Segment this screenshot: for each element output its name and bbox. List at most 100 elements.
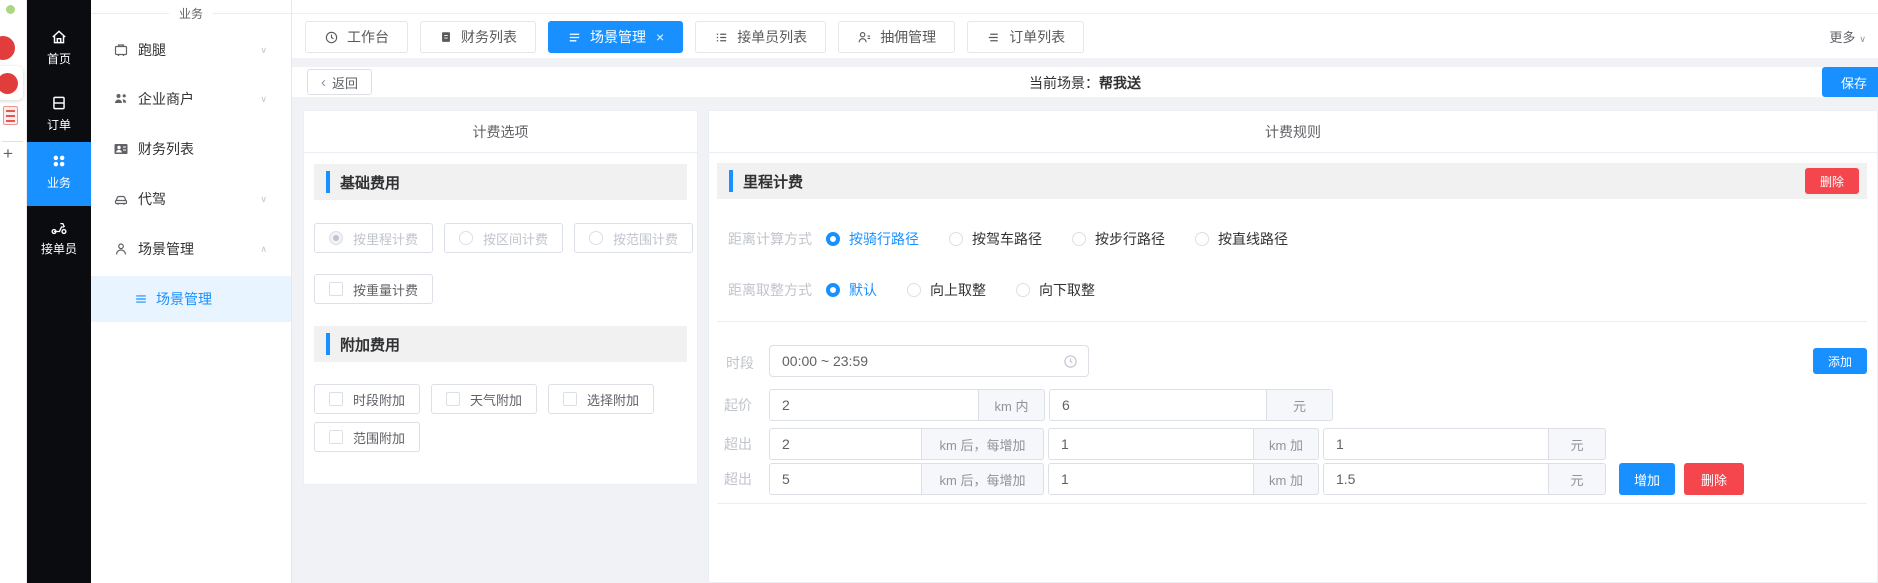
radio-straight-route[interactable]: 按直线路径 bbox=[1195, 229, 1288, 249]
time-range-input[interactable] bbox=[770, 353, 1063, 369]
scene-list-icon bbox=[567, 30, 582, 45]
order-list-icon bbox=[986, 30, 1001, 45]
red-app-icon[interactable] bbox=[0, 36, 15, 60]
excess-label: 超出 bbox=[724, 428, 769, 460]
tab-courier-list[interactable]: 接单员列表 bbox=[695, 21, 826, 53]
unit-km-add: km 加 bbox=[1254, 463, 1319, 495]
radio-icon bbox=[1195, 232, 1209, 246]
chevron-down-icon: ∨ bbox=[260, 194, 267, 205]
tab-finance-list[interactable]: 财务列表 bbox=[420, 21, 536, 53]
radio-riding-route[interactable]: 按骑行路径 bbox=[826, 229, 919, 249]
time-range-picker[interactable] bbox=[769, 345, 1089, 377]
sidebar-item-home[interactable]: 首页 bbox=[27, 28, 91, 67]
option-select-surcharge[interactable]: 选择附加 bbox=[548, 384, 654, 414]
radio-selected-icon bbox=[826, 283, 840, 297]
checkbox-icon bbox=[329, 282, 343, 296]
person-lines-icon bbox=[857, 30, 872, 45]
rules-panel-title: 计费规则 bbox=[709, 111, 1877, 153]
base-distance-input[interactable] bbox=[769, 389, 979, 421]
current-scene-name: 帮我送 bbox=[1099, 75, 1141, 91]
distance-rounding-row: 距离取整方式 默认 向上取整 向下取整 bbox=[728, 280, 1125, 300]
menu-item-enterprise[interactable]: 企业商户 ∨ bbox=[91, 85, 291, 113]
option-by-range[interactable]: 按范围计费 bbox=[574, 223, 693, 253]
finance-doc-icon bbox=[439, 30, 453, 44]
option-weather-surcharge[interactable]: 天气附加 bbox=[431, 384, 537, 414]
excess-step-input[interactable] bbox=[1048, 463, 1254, 495]
save-button[interactable]: 保存 bbox=[1822, 67, 1878, 97]
radio-round-up[interactable]: 向上取整 bbox=[907, 280, 986, 300]
excess-row-1: 超出 km 后，每增加 km 加 元 bbox=[709, 428, 1877, 460]
add-time-button[interactable]: 添加 bbox=[1813, 348, 1867, 374]
radio-default-rounding[interactable]: 默认 bbox=[826, 280, 877, 300]
red-app-card[interactable] bbox=[0, 66, 23, 100]
unit-km-after-each: km 后，每增加 bbox=[922, 428, 1044, 460]
extra-fee-section-header: 附加费用 bbox=[314, 326, 687, 362]
menu-item-driving[interactable]: 代驾 ∨ bbox=[91, 185, 291, 213]
base-fee-section-header: 基础费用 bbox=[314, 164, 687, 200]
tab-workbench[interactable]: 工作台 bbox=[305, 21, 408, 53]
tab-bar: 工作台 财务列表 场景管理 × 接单员列表 抽佣管理 订单列表 bbox=[292, 0, 1878, 58]
radio-icon bbox=[459, 231, 473, 245]
plus-icon[interactable]: + bbox=[3, 144, 13, 164]
close-icon[interactable]: × bbox=[656, 29, 664, 45]
dashboard-clock-icon bbox=[324, 30, 339, 45]
base-price-input[interactable] bbox=[1049, 389, 1267, 421]
divider bbox=[717, 503, 1867, 504]
more-menu-button[interactable]: 更多∨ bbox=[1829, 27, 1866, 46]
clock-icon bbox=[1063, 354, 1088, 369]
tab-commission-management[interactable]: 抽佣管理 bbox=[838, 21, 955, 53]
divider bbox=[292, 13, 1878, 14]
excess-fee-input[interactable] bbox=[1323, 463, 1549, 495]
excess-distance-input[interactable] bbox=[769, 463, 922, 495]
billing-options-panel: 计费选项 基础费用 按里程计费 按区间计费 按范围计费 按重量计费 bbox=[303, 110, 698, 485]
base-fee-radio-row: 按里程计费 按区间计费 按范围计费 bbox=[314, 223, 693, 253]
unit-yuan: 元 bbox=[1549, 428, 1606, 460]
unit-km-within: km 内 bbox=[979, 389, 1045, 421]
tab-scene-management[interactable]: 场景管理 × bbox=[548, 21, 683, 53]
radio-driving-route[interactable]: 按驾车路径 bbox=[949, 229, 1042, 249]
menu-item-errand[interactable]: 跑腿 ∨ bbox=[91, 36, 291, 64]
menu-subitem-scene-management[interactable]: 场景管理 bbox=[91, 276, 291, 322]
option-time-surcharge[interactable]: 时段附加 bbox=[314, 384, 420, 414]
scene-toolbar: ‹ 返回 当前场景：帮我送 保存 bbox=[292, 67, 1878, 97]
option-by-weight[interactable]: 按重量计费 bbox=[314, 274, 433, 304]
grid-icon bbox=[27, 152, 91, 170]
excess-label: 超出 bbox=[724, 463, 769, 495]
checkbox-icon bbox=[329, 430, 343, 444]
time-period-label: 时段 bbox=[726, 353, 754, 373]
extra-fee-row-1: 时段附加 天气附加 选择附加 bbox=[314, 384, 654, 414]
checkbox-icon bbox=[446, 392, 460, 406]
excess-distance-input[interactable] bbox=[769, 428, 922, 460]
checkbox-icon bbox=[329, 392, 343, 406]
green-dot-icon bbox=[6, 5, 15, 14]
tab-order-list[interactable]: 订单列表 bbox=[967, 21, 1084, 53]
option-by-interval[interactable]: 按区间计费 bbox=[444, 223, 563, 253]
delete-tier-button[interactable]: 删除 bbox=[1684, 463, 1744, 495]
checkbox-icon bbox=[563, 392, 577, 406]
radio-icon bbox=[1072, 232, 1086, 246]
radio-round-down[interactable]: 向下取整 bbox=[1016, 280, 1095, 300]
browser-edge-strip: + bbox=[0, 0, 27, 583]
menu-item-scene[interactable]: 场景管理 ∧ bbox=[91, 235, 291, 263]
radio-icon bbox=[949, 232, 963, 246]
sidebar-item-couriers[interactable]: 接单员 bbox=[27, 218, 91, 257]
excess-fee-input[interactable] bbox=[1323, 428, 1549, 460]
radio-walking-route[interactable]: 按步行路径 bbox=[1072, 229, 1165, 249]
menu-item-finance[interactable]: 财务列表 bbox=[91, 135, 291, 163]
excess-row-2: 超出 km 后，每增加 km 加 元 增加 删除 bbox=[709, 463, 1877, 495]
list-icon bbox=[134, 292, 148, 306]
person-icon bbox=[113, 241, 129, 257]
option-range-surcharge[interactable]: 范围附加 bbox=[314, 422, 420, 452]
sidebar-item-orders[interactable]: 订单 bbox=[27, 94, 91, 133]
radio-selected-disabled-icon bbox=[329, 231, 343, 245]
option-by-mileage[interactable]: 按里程计费 bbox=[314, 223, 433, 253]
excess-step-input[interactable] bbox=[1048, 428, 1254, 460]
main-area: 工作台 财务列表 场景管理 × 接单员列表 抽佣管理 订单列表 bbox=[292, 0, 1878, 583]
sidebar-item-business[interactable]: 业务 bbox=[27, 152, 91, 191]
delete-section-button[interactable]: 删除 bbox=[1805, 168, 1859, 194]
menu-header: 业务 bbox=[91, 5, 291, 22]
finance-card-icon bbox=[113, 141, 129, 157]
red-document-icon[interactable] bbox=[3, 106, 18, 125]
radio-icon bbox=[589, 231, 603, 245]
add-tier-button[interactable]: 增加 bbox=[1619, 463, 1675, 495]
